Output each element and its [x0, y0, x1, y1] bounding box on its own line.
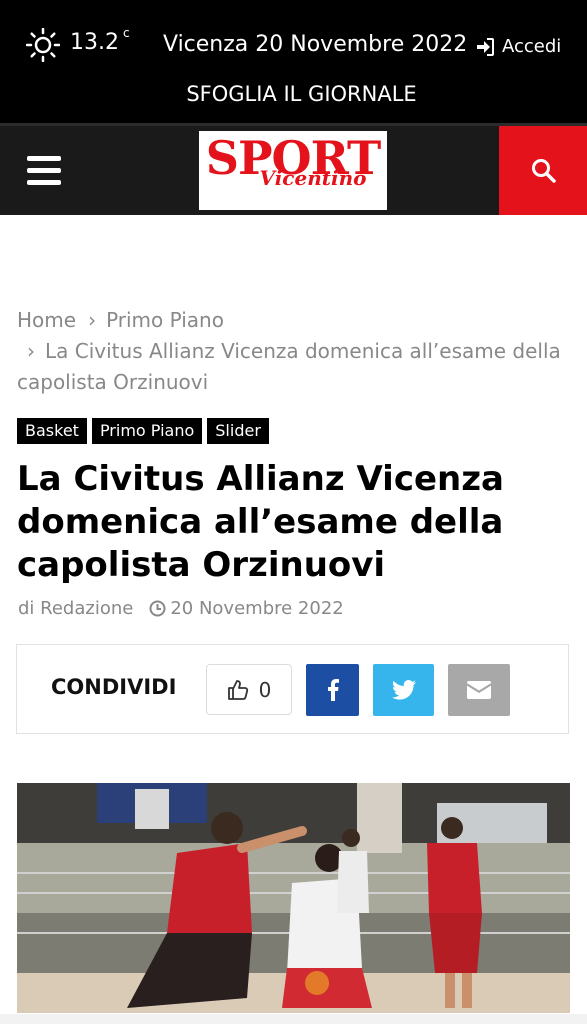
like-button[interactable]: 0: [206, 664, 292, 715]
article-title: La Civitus Allianz Vicenza domenica all’…: [17, 459, 504, 585]
bottom-divider: [0, 1014, 587, 1024]
category-tag[interactable]: Basket: [17, 418, 87, 444]
location-date: Vicenza 20 Novembre 2022: [163, 32, 468, 57]
hamburger-menu-button[interactable]: [27, 156, 61, 186]
site-logo[interactable]: SPORT Vicentino: [199, 131, 387, 210]
weather-widget: 13.2 c: [26, 26, 130, 62]
share-label: CONDIVIDI: [51, 675, 177, 699]
share-box: CONDIVIDI 0: [16, 644, 569, 734]
article-meta: di Redazione 20 Novembre 2022: [18, 598, 344, 619]
sfoglia-giornale-link[interactable]: SFOGLIA IL GIORNALE: [0, 82, 587, 106]
search-button[interactable]: [499, 126, 587, 215]
clock-icon: [149, 600, 166, 617]
twitter-icon: [391, 680, 416, 700]
chevron-right-icon: ›: [27, 339, 35, 363]
breadcrumb-section[interactable]: Primo Piano: [106, 308, 224, 332]
sun-icon: [26, 28, 60, 62]
share-email-button[interactable]: [448, 664, 510, 716]
share-facebook-button[interactable]: [306, 664, 359, 716]
article-featured-image: [17, 783, 570, 1013]
temperature-unit: c: [122, 26, 130, 40]
category-tag[interactable]: Slider: [207, 418, 269, 444]
chevron-right-icon: ›: [88, 308, 97, 332]
login-label: Accedi: [502, 36, 562, 57]
article-date: 20 Novembre 2022: [170, 598, 344, 619]
logo-text-vicentino: Vicentino: [259, 166, 367, 190]
main-navbar: SPORT Vicentino: [0, 123, 587, 215]
category-tags: Basket Primo Piano Slider: [17, 418, 274, 444]
breadcrumb: Home › Primo Piano › La Civitus Allianz Vic…: [17, 305, 567, 398]
sign-in-icon: [477, 37, 494, 56]
top-bar: 13.2 c Vicenza 20 Novembre 2022 Accedi S…: [0, 0, 587, 123]
like-count: 0: [258, 677, 272, 702]
temperature-value: 13.2: [70, 30, 119, 55]
article-author[interactable]: di Redazione: [18, 598, 133, 619]
breadcrumb-current: La Civitus Allianz Vicenza domenica all’…: [17, 339, 561, 394]
category-tag[interactable]: Primo Piano: [91, 418, 203, 444]
breadcrumb-home[interactable]: Home: [17, 308, 76, 332]
login-link[interactable]: Accedi: [476, 36, 561, 57]
facebook-icon: [327, 679, 339, 701]
thumbs-up-icon: [227, 679, 248, 700]
search-icon: [532, 159, 556, 183]
envelope-icon: [467, 681, 491, 699]
share-twitter-button[interactable]: [373, 664, 434, 716]
basketball-photo: [17, 783, 570, 1013]
